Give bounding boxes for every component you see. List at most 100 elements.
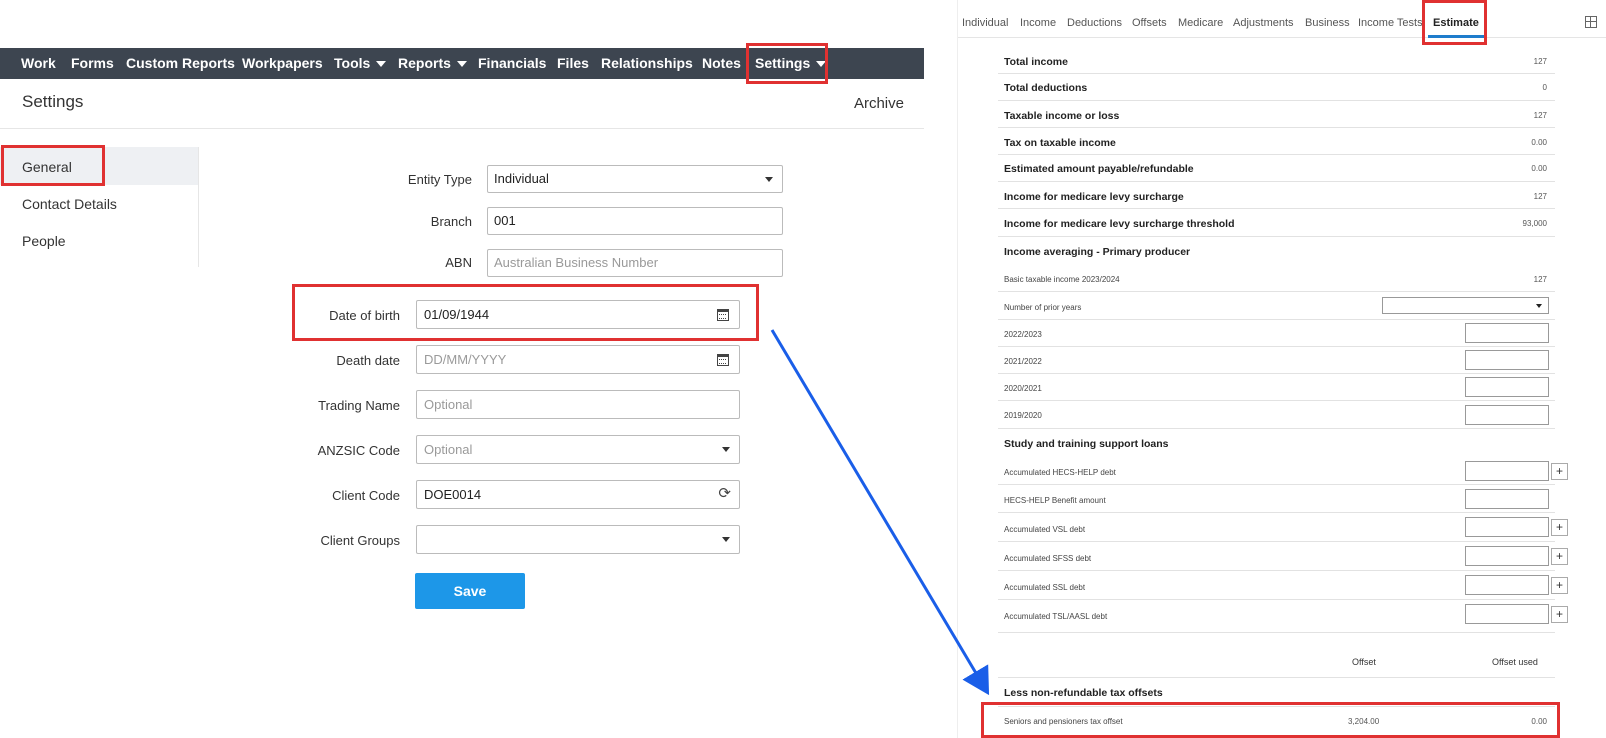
tab-estimate[interactable]: Estimate — [1433, 17, 1479, 29]
tab-business[interactable]: Business — [1305, 17, 1350, 29]
seniors-offset-value: 3,204.00 — [1348, 717, 1380, 726]
row-label: Income for medicare levy surcharge — [1004, 191, 1184, 203]
chevron-down-icon — [722, 537, 730, 542]
nav-financials[interactable]: Financials — [478, 48, 546, 79]
plus-icon[interactable]: + — [1551, 463, 1568, 480]
tab-individual[interactable]: Individual — [962, 17, 1008, 29]
top-navigation-bar: Work Forms Custom Reports Workpapers Too… — [0, 48, 924, 79]
abn-label: ABN — [445, 255, 472, 270]
chevron-down-icon — [816, 61, 827, 68]
nav-relationships[interactable]: Relationships — [601, 48, 693, 79]
row-label: Accumulated SFSS debt — [1004, 554, 1092, 563]
summary-row: Income for medicare levy surcharge thres… — [998, 209, 1555, 237]
calendar-icon[interactable] — [717, 309, 729, 321]
client-code-field[interactable]: DOE0014 ⟳ — [416, 480, 740, 509]
nav-notes[interactable]: Notes — [702, 48, 741, 79]
archive-button[interactable]: Archive — [854, 95, 904, 112]
row-label: 2019/2020 — [1004, 411, 1042, 420]
branch-field[interactable]: 001 — [487, 207, 783, 235]
tab-offsets[interactable]: Offsets — [1132, 17, 1167, 29]
list-item: Accumulated SFSS debt + — [998, 542, 1568, 571]
grid-icon[interactable] — [1585, 16, 1597, 28]
abn-field[interactable]: Australian Business Number — [487, 249, 783, 277]
branch-label: Branch — [430, 214, 472, 229]
list-item: Accumulated HECS-HELP debt + — [998, 457, 1568, 485]
row-label: Accumulated VSL debt — [1004, 525, 1086, 534]
plus-icon[interactable]: + — [1551, 606, 1568, 623]
nav-workpapers[interactable]: Workpapers — [242, 48, 323, 79]
death-date-label: Death date — [336, 353, 400, 368]
summary-row: Tax on taxable income 0.00 — [998, 128, 1555, 155]
list-item: 2022/2023 — [998, 320, 1555, 347]
section-heading: Income averaging - Primary producer — [998, 237, 1555, 264]
nav-custom-reports[interactable]: Custom Reports — [126, 48, 235, 79]
anzsic-code-select[interactable]: Optional — [416, 435, 740, 464]
loan-input[interactable]: + — [1465, 575, 1568, 595]
row-value: 127 — [1533, 192, 1547, 201]
client-groups-select[interactable] — [416, 525, 740, 554]
row-label: Tax on taxable income — [1004, 137, 1116, 149]
summary-row: Estimated amount payable/refundable 0.00 — [998, 155, 1555, 182]
death-date-field[interactable]: DD/MM/YYYY — [416, 345, 740, 374]
dob-label: Date of birth — [329, 308, 400, 323]
plus-icon[interactable]: + — [1551, 519, 1568, 536]
row-label: Estimated amount payable/refundable — [1004, 163, 1194, 175]
nav-reports[interactable]: Reports — [398, 48, 467, 79]
trading-name-field[interactable]: Optional — [416, 390, 740, 419]
entity-type-select[interactable]: Individual — [487, 165, 783, 193]
dob-field[interactable]: 01/09/1944 — [416, 300, 740, 329]
list-item: Seniors and pensioners tax offset 3,204.… — [998, 707, 1555, 735]
summary-row: Total deductions 0 — [998, 74, 1555, 101]
save-button[interactable]: Save — [415, 573, 525, 609]
year-input[interactable] — [1465, 405, 1549, 425]
tab-income-tests[interactable]: Income Tests — [1358, 17, 1423, 29]
loan-input[interactable]: + — [1465, 517, 1568, 537]
year-input[interactable] — [1465, 350, 1549, 370]
loan-input[interactable] — [1465, 489, 1549, 509]
sidebar-item-people[interactable]: People — [22, 233, 66, 249]
row-label: Basic taxable income 2023/2024 — [1004, 275, 1120, 284]
tab-adjustments[interactable]: Adjustments — [1233, 17, 1294, 29]
return-tabs: Individual Income Deductions Offsets Med… — [958, 0, 1606, 38]
nav-files[interactable]: Files — [557, 48, 589, 79]
death-date-placeholder: DD/MM/YYYY — [424, 352, 507, 367]
section-heading: Study and training support loans — [998, 429, 1555, 457]
chevron-down-icon — [376, 61, 387, 68]
tab-income[interactable]: Income — [1020, 17, 1056, 29]
loan-input[interactable]: + — [1465, 461, 1568, 481]
row-label: Accumulated SSL debt — [1004, 583, 1086, 592]
sidebar-item-contact-details[interactable]: Contact Details — [22, 196, 117, 212]
tab-medicare[interactable]: Medicare — [1178, 17, 1223, 29]
list-item: 2021/2022 — [998, 347, 1555, 374]
refresh-icon[interactable]: ⟳ — [718, 486, 731, 502]
list-item: Accumulated VSL debt + — [998, 513, 1568, 542]
plus-icon[interactable]: + — [1551, 577, 1568, 594]
nav-work[interactable]: Work — [21, 48, 56, 79]
offsets-heading: Less non-refundable tax offsets — [1004, 687, 1163, 699]
nav-tools[interactable]: Tools — [334, 48, 387, 79]
calendar-icon[interactable] — [717, 354, 729, 366]
arrow-line — [770, 329, 990, 696]
summary-row: Total income 127 — [998, 51, 1555, 74]
plus-icon[interactable]: + — [1551, 548, 1568, 565]
row-label: Accumulated HECS-HELP debt — [1004, 468, 1116, 477]
year-input[interactable] — [1465, 323, 1549, 343]
row-label: Income for medicare levy surcharge thres… — [1004, 218, 1235, 230]
year-input[interactable] — [1465, 377, 1549, 397]
row-label: Total deductions — [1004, 82, 1088, 94]
prior-years-select[interactable] — [1382, 297, 1549, 314]
chevron-down-icon — [722, 447, 730, 452]
tab-deductions[interactable]: Deductions — [1067, 17, 1122, 29]
row-label: Number of prior years — [1004, 303, 1082, 312]
offset-used-column-header: Offset used — [1492, 657, 1538, 667]
nav-forms[interactable]: Forms — [71, 48, 114, 79]
loan-input[interactable]: + — [1465, 546, 1568, 566]
income-averaging-heading: Income averaging - Primary producer — [1004, 246, 1191, 258]
general-form-card: Entity Type Individual Branch 001 ABN Au… — [198, 147, 916, 277]
row-value: 93,000 — [1522, 219, 1547, 228]
nav-settings[interactable]: Settings — [755, 48, 827, 79]
summary-row: Income for medicare levy surcharge 127 — [998, 182, 1555, 209]
row-label: Taxable income or loss — [1004, 110, 1120, 122]
sidebar-item-general[interactable]: General — [22, 159, 72, 175]
loan-input[interactable]: + — [1465, 604, 1568, 624]
